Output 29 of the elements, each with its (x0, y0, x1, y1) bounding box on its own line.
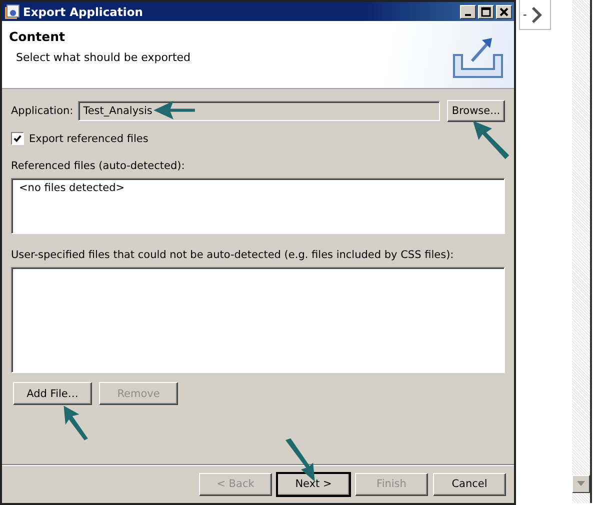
user-files-label: User-specified files that could not be auto-detected (e.g. files included by CSS files): (11, 249, 455, 261)
application-label: Application: (11, 105, 74, 117)
user-files-list[interactable] (11, 267, 505, 373)
list-item[interactable]: <no files detected> (19, 182, 497, 194)
browse-button[interactable]: Browse... (447, 100, 505, 122)
close-icon (499, 6, 509, 16)
side-tab[interactable]: - (519, 0, 551, 30)
scroll-down-button[interactable] (572, 475, 590, 493)
chevron-icon (530, 6, 542, 24)
maximize-icon (481, 6, 491, 16)
export-icon (452, 35, 504, 79)
page-description: Select what should be exported (15, 51, 192, 64)
wizard-button[interactable]: Next > (277, 472, 350, 496)
maximize-button[interactable] (478, 4, 494, 18)
tab-label: - (523, 8, 527, 20)
referenced-files-label: Referenced files (auto-detected): (11, 160, 186, 172)
checkbox-label: Export referenced files (29, 132, 148, 144)
minimize-icon (465, 14, 471, 16)
minimize-button[interactable] (460, 4, 476, 18)
file-button[interactable]: Add File… (13, 382, 92, 405)
cube-icon (4, 4, 20, 20)
page-title: Content (9, 29, 66, 44)
referenced-files-list[interactable]: <no files detected> (11, 178, 505, 234)
wizard-button[interactable]: Cancel (433, 472, 506, 496)
application-field: Test_Analysis (78, 101, 440, 121)
close-button[interactable] (496, 4, 512, 18)
checkbox[interactable] (11, 132, 24, 145)
window-title: Export Application (23, 4, 144, 18)
down-arrow-icon (577, 481, 585, 487)
